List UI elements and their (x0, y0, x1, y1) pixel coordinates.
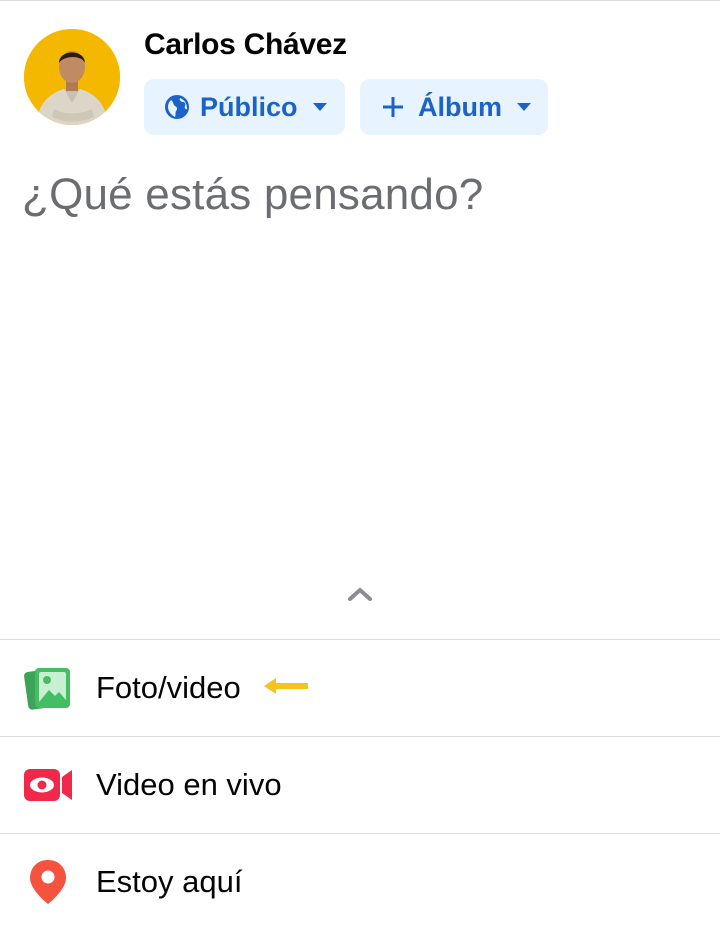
caret-down-icon (516, 102, 532, 112)
option-label: Video en vivo (96, 767, 282, 802)
audience-selector-button[interactable]: Público (144, 79, 345, 135)
option-label: Foto/video (96, 670, 241, 705)
caret-down-icon (312, 102, 328, 112)
album-button[interactable]: Álbum (360, 79, 548, 135)
arrow-left-icon (262, 676, 310, 701)
expand-options-button[interactable] (345, 583, 375, 609)
location-pin-icon (24, 858, 72, 906)
album-label: Álbum (418, 91, 502, 122)
live-video-icon (24, 761, 72, 809)
avatar[interactable] (24, 29, 120, 125)
option-live-video[interactable]: Video en vivo (0, 737, 720, 833)
chevron-up-icon (347, 586, 373, 607)
user-name[interactable]: Carlos Chávez (144, 28, 347, 62)
option-photo-video[interactable]: Foto/video (0, 640, 720, 736)
photo-video-icon (24, 664, 72, 712)
plus-icon (382, 96, 404, 118)
composer-header: Carlos Chávez Público Álbum (0, 0, 720, 150)
globe-icon (164, 94, 190, 120)
option-label: Estoy aquí (96, 864, 243, 899)
audience-label: Público (200, 91, 298, 122)
avatar-photo (24, 29, 120, 125)
post-text-input[interactable] (22, 170, 702, 220)
